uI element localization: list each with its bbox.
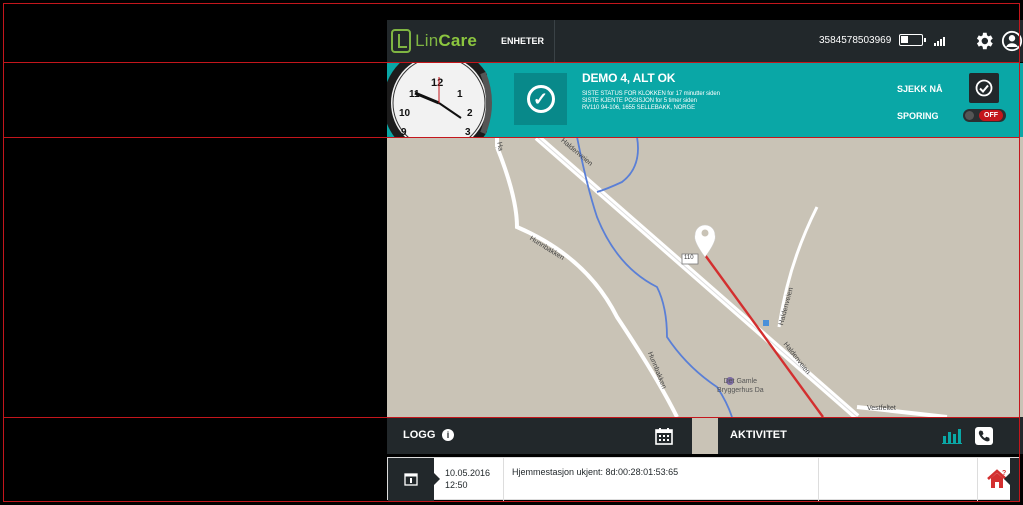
log-entry-datetime: 10.05.2016 12:50 [445, 467, 490, 491]
bar-chart-icon[interactable] [942, 428, 962, 444]
activity-title: AKTIVITET [730, 429, 787, 441]
log-panel-header: LOGG i [387, 417, 692, 454]
log-entry-end-tab [1004, 458, 1020, 501]
toggle-knob [965, 111, 974, 120]
gear-icon[interactable] [973, 30, 995, 52]
logo-mark-icon [391, 29, 412, 53]
divider [503, 458, 504, 501]
signal-icon [934, 36, 948, 46]
lincare-logo[interactable]: LinCare [391, 27, 477, 55]
calendar-icon[interactable] [655, 427, 673, 445]
phone-icon[interactable] [975, 427, 993, 445]
log-entry-message: Hjemmestasjon ukjent: 8d:00:28:01:53:65 [512, 467, 679, 477]
map-view[interactable]: Haldenveien Hunnbakken Hunnbakken Halden… [387, 137, 1023, 417]
svg-text:9: 9 [401, 127, 407, 137]
poi-line2: Bryggerhus Da [717, 387, 764, 394]
log-entry-time: 12:50 [445, 480, 468, 490]
phone-number: 3584578503969 [819, 35, 892, 46]
status-ok-badge: ✓ [514, 73, 567, 125]
user-icon[interactable] [1001, 30, 1023, 52]
app: LinCare ENHETER 3584578503969 12 11 10 9… [387, 20, 1023, 505]
divider [818, 458, 819, 501]
info-icon[interactable]: i [442, 429, 454, 441]
map-canvas [495, 137, 948, 417]
log-entry-row[interactable]: 10.05.2016 12:50 Hjemmestasjon ukjent: 8… [387, 457, 1020, 501]
log-entry-type [388, 458, 440, 501]
tracking-toggle[interactable]: OFF [963, 109, 1006, 122]
svg-text:2: 2 [467, 108, 473, 119]
calendar-day-icon [404, 473, 418, 486]
road-label-vestfeltet: Vestfeltet [867, 405, 896, 412]
status-position-line: SISTE KJENTE POSISJON for 5 timer siden [582, 98, 697, 104]
tracking-label: SPORING [897, 111, 939, 121]
battery-icon [899, 34, 926, 46]
battery-fill [901, 36, 908, 43]
status-address-line: RV110 94-106, 1655 SELLEBAKK, NORGE [582, 105, 696, 111]
svg-text:3: 3 [465, 127, 471, 137]
check-now-icon [975, 79, 993, 97]
activity-panel-header: AKTIVITET [718, 417, 1023, 454]
svg-text:10: 10 [399, 108, 411, 119]
logo-care: Care [438, 31, 477, 50]
check-circle-icon: ✓ [526, 85, 555, 113]
top-bar: LinCare ENHETER 3584578503969 [387, 20, 1023, 62]
status-title: DEMO 4, ALT OK [582, 71, 676, 85]
tracking-state: OFF [979, 110, 1003, 121]
route-shield-label: 110 [684, 255, 694, 261]
logo-text: LinCare [415, 31, 477, 51]
poi-label[interactable]: Det Gamle Bryggerhus Da [717, 377, 764, 395]
status-watch-line: SISTE STATUS FOR KLOKKEN for 17 minutter… [582, 91, 720, 97]
watch-image: 12 11 10 9 1 2 3 [387, 63, 497, 137]
log-title: LOGG [403, 429, 436, 441]
status-banner: 12 11 10 9 1 2 3 ✓ DEMO 4, ALT OK SISTE … [387, 63, 1023, 137]
check-now-button[interactable] [969, 73, 999, 103]
log-entry-date: 10.05.2016 [445, 468, 491, 478]
logo-lin: Lin [415, 31, 439, 50]
poi-line1: Det Gamle [723, 378, 758, 385]
nav-devices[interactable]: ENHETER [491, 20, 556, 62]
svg-text:12: 12 [431, 77, 443, 89]
map-gap [692, 417, 718, 454]
divider [977, 458, 978, 501]
road-label-ha: Ha [495, 141, 504, 152]
check-now-label: SJEKK NÅ [897, 84, 943, 94]
svg-text:1: 1 [457, 89, 463, 100]
